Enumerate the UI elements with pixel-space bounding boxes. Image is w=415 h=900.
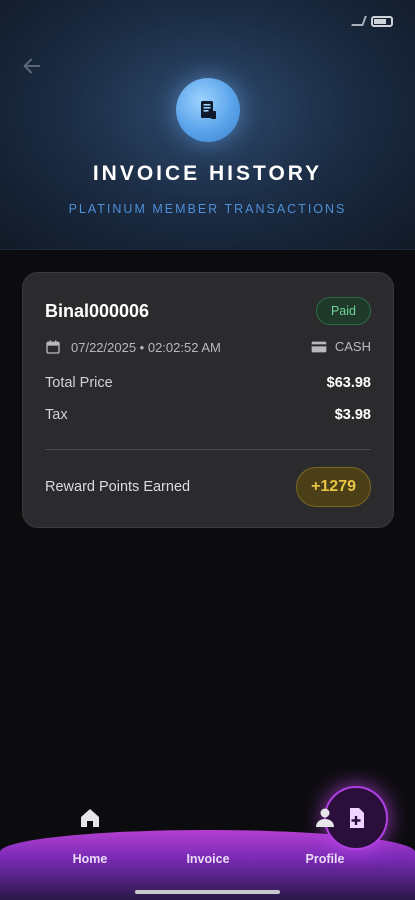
back-button[interactable] (18, 52, 46, 80)
divider (45, 449, 371, 450)
tax-value: $3.98 (334, 407, 371, 423)
page-title: INVOICE HISTORY (92, 162, 323, 185)
nav-label-home: Home (72, 852, 108, 866)
status-badge: Paid (315, 297, 371, 325)
nav-item-invoice[interactable]: Invoice (148, 786, 388, 880)
page-subtitle: PLATINUM MEMBER TRANSACTIONS (68, 202, 347, 216)
reward-points-label: Reward Points Earned (45, 479, 191, 495)
signal-icon (351, 16, 367, 26)
credit-card-icon (311, 341, 327, 352)
invoice-date-row: 07/22/2025 • 02:02:52 AM (45, 339, 221, 355)
calendar-icon (46, 340, 60, 354)
home-indicator[interactable] (135, 890, 280, 894)
arrow-left-icon (23, 58, 41, 74)
status-bar (351, 12, 393, 30)
total-price-row: Total Price $63.98 (45, 375, 371, 391)
payment-method-row: CASH (311, 339, 371, 354)
reward-points-badge: +1279 (296, 467, 371, 507)
bottom-navigation: Home Invoice Profile (0, 786, 415, 900)
tax-label: Tax (45, 407, 68, 423)
nav-item-home[interactable]: Home (30, 800, 150, 880)
invoice-date: 07/22/2025 • 02:02:52 AM (71, 339, 221, 355)
total-price-value: $63.98 (326, 375, 371, 391)
invoice-card[interactable]: Binal000006 Paid 07/22/2025 • 02:02:52 A… (22, 272, 394, 528)
payment-method: CASH (334, 339, 371, 354)
nav-label-invoice: Invoice (186, 852, 230, 866)
total-price-label: Total Price (45, 375, 113, 391)
receipt-icon (201, 101, 216, 119)
header: INVOICE HISTORY PLATINUM MEMBER TRANSACT… (0, 0, 415, 250)
nav-label-profile: Profile (305, 852, 345, 866)
tax-row: Tax $3.98 (45, 407, 371, 423)
person-icon (316, 808, 334, 827)
battery-icon (371, 15, 393, 27)
receipt-logo (176, 78, 240, 142)
nav-item-profile[interactable]: Profile (265, 800, 385, 880)
invoice-id: Binal000006 (45, 301, 150, 321)
home-icon (81, 809, 99, 827)
